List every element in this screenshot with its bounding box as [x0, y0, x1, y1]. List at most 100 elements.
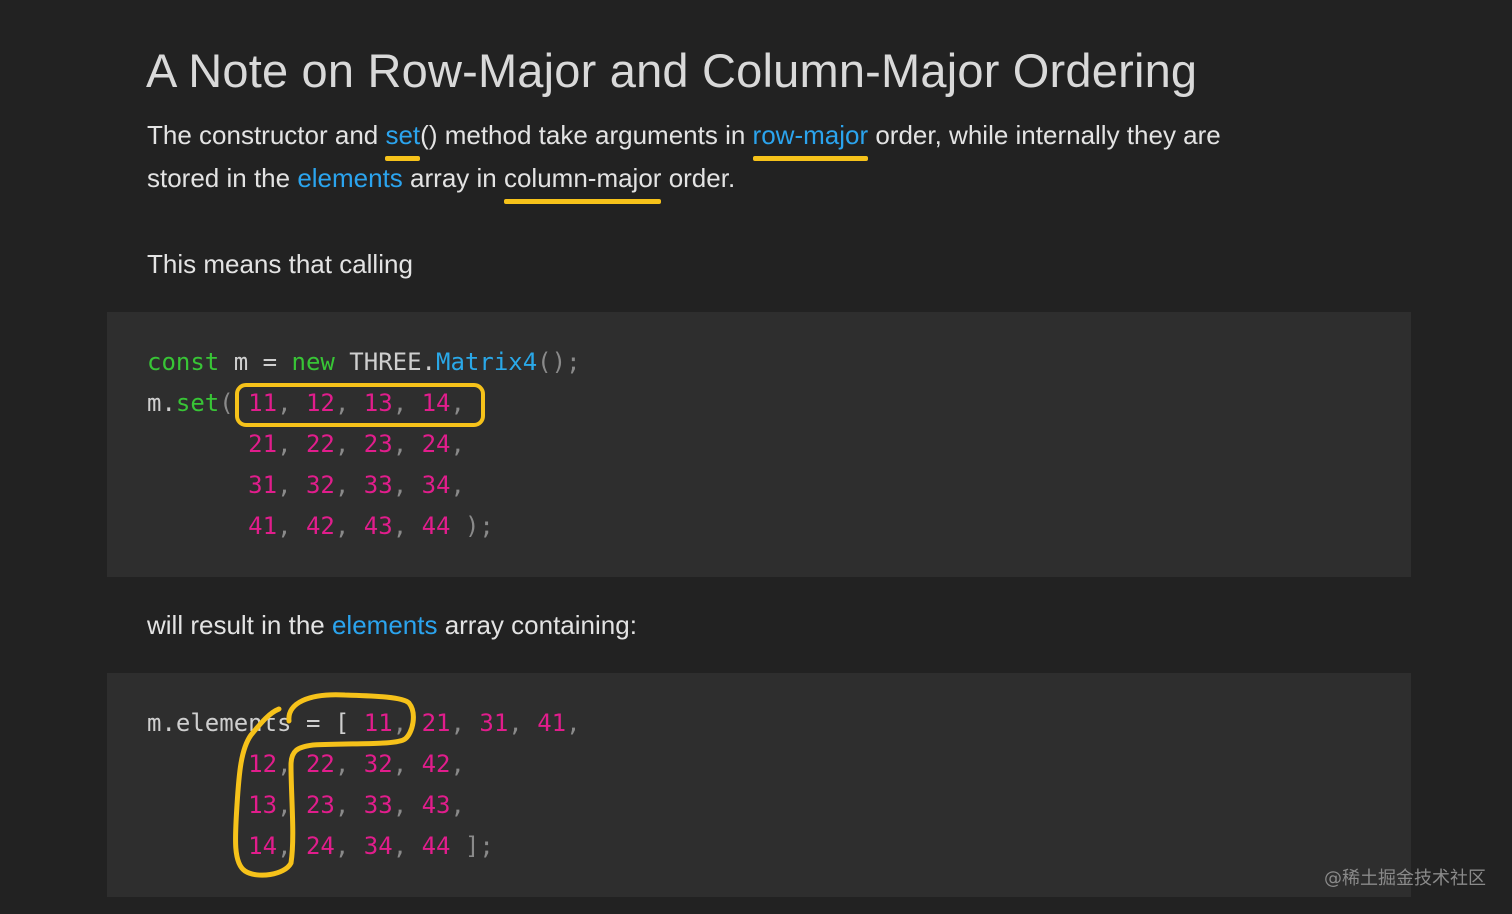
comma: ,	[450, 791, 465, 819]
intro-paragraph: The constructor and set() method take ar…	[147, 114, 1377, 204]
code-closing: ];	[450, 832, 494, 860]
intro-text: The constructor and	[147, 120, 386, 150]
comma: ,	[508, 709, 538, 737]
result-text: will result in the	[147, 610, 332, 640]
number-literal: 24	[305, 832, 335, 860]
code-line: m.elements = [ 11, 21, 31, 41,	[147, 703, 581, 744]
number-literal: 43	[421, 791, 451, 819]
code-block-matrix-set: const m = new THREE.Matrix4(); m.set( 11…	[107, 312, 1411, 577]
object-m: m.	[147, 389, 176, 417]
documentation-page: A Note on Row-Major and Column-Major Ord…	[0, 0, 1512, 914]
comma: ,	[450, 430, 465, 458]
code-line: 13, 23, 33, 43,	[147, 785, 465, 826]
code-line: const m = new THREE.Matrix4();	[147, 342, 581, 383]
comma: ,	[392, 832, 422, 860]
number-literal: 34	[363, 832, 393, 860]
comma: ,	[277, 389, 306, 417]
comma: ,	[334, 430, 364, 458]
code-punctuation: (	[219, 389, 249, 417]
code-punctuation: ();	[537, 348, 581, 376]
watermark: @稀土掘金技术社区	[1324, 868, 1486, 889]
row-major-link[interactable]: row-major	[752, 114, 868, 161]
comma: ,	[450, 750, 465, 778]
intro-text: array in	[402, 163, 504, 193]
number-literal: 42	[305, 512, 335, 540]
number-literal: 33	[363, 791, 393, 819]
calling-paragraph: This means that calling	[147, 249, 413, 279]
comma: ,	[334, 791, 364, 819]
number-literal: 41	[537, 709, 567, 737]
intro-line-1: The constructor and set() method take ar…	[147, 114, 1377, 161]
comma: ,	[277, 471, 306, 499]
number-literal: 21	[421, 709, 451, 737]
comma: ,	[450, 709, 480, 737]
code-line: 12, 22, 32, 42,	[147, 744, 465, 785]
set-method-link[interactable]: set	[385, 114, 420, 161]
variable-m: m =	[219, 348, 292, 376]
intro-text: () method take arguments in	[420, 120, 753, 150]
comma: ,	[334, 512, 364, 540]
elements-array-prefix: m.elements = [	[147, 709, 364, 737]
comma: ,	[450, 471, 465, 499]
keyword-const: const	[147, 348, 220, 376]
comma: ,	[334, 832, 364, 860]
number-literal: 34	[421, 471, 451, 499]
comma: ,	[277, 832, 306, 860]
number-literal: 14	[248, 832, 278, 860]
comma: ,	[392, 389, 422, 417]
number-literal: 12	[248, 750, 278, 778]
comma: ,	[392, 791, 422, 819]
number-literal: 44	[421, 832, 451, 860]
matrix4-constructor: Matrix4	[436, 348, 538, 376]
number-literal: 22	[305, 430, 335, 458]
comma: ,	[334, 389, 364, 417]
code-line: 21, 22, 23, 24,	[147, 424, 465, 465]
comma: ,	[277, 430, 306, 458]
number-literal: 43	[363, 512, 393, 540]
method-set: set	[175, 389, 220, 417]
number-literal: 31	[248, 471, 278, 499]
intro-text: order.	[661, 163, 736, 193]
number-literal: 33	[363, 471, 393, 499]
comma: ,	[334, 471, 364, 499]
number-literal: 23	[305, 791, 335, 819]
number-literal: 22	[305, 750, 335, 778]
comma: ,	[392, 512, 422, 540]
comma: ,	[277, 791, 306, 819]
number-literal: 21	[248, 430, 278, 458]
comma: ,	[392, 709, 422, 737]
number-literal: 44	[421, 512, 451, 540]
class-namespace: THREE.	[334, 348, 437, 376]
comma: ,	[566, 709, 581, 737]
keyword-new: new	[291, 348, 335, 376]
code-block-elements-array: m.elements = [ 11, 21, 31, 41, 12, 22, 3…	[107, 673, 1411, 897]
code-closing: );	[450, 512, 494, 540]
number-literal: 32	[305, 471, 335, 499]
comma: ,	[392, 471, 422, 499]
code-line: 41, 42, 43, 44 );	[147, 506, 494, 547]
number-literal: 13	[363, 389, 393, 417]
column-major-term: column-major	[503, 157, 661, 204]
comma: ,	[334, 750, 364, 778]
number-literal: 24	[421, 430, 451, 458]
comma: ,	[392, 430, 422, 458]
comma: ,	[392, 750, 422, 778]
intro-text: order, while internally they are	[868, 120, 1221, 150]
number-literal: 23	[363, 430, 393, 458]
elements-link[interactable]: elements	[332, 610, 438, 640]
comma: ,	[450, 389, 465, 417]
number-literal: 42	[421, 750, 451, 778]
number-literal: 32	[363, 750, 393, 778]
code-line: 14, 24, 34, 44 ];	[147, 826, 494, 867]
code-line: m.set( 11, 12, 13, 14,	[147, 383, 465, 424]
number-literal: 13	[248, 791, 278, 819]
intro-text: stored in the	[147, 163, 298, 193]
result-text: array containing:	[437, 610, 637, 640]
elements-link[interactable]: elements	[297, 163, 403, 193]
number-literal: 14	[421, 389, 451, 417]
number-literal: 41	[248, 512, 278, 540]
comma: ,	[277, 512, 306, 540]
number-literal: 11	[248, 389, 278, 417]
comma: ,	[277, 750, 306, 778]
section-heading: A Note on Row-Major and Column-Major Ord…	[146, 44, 1198, 97]
